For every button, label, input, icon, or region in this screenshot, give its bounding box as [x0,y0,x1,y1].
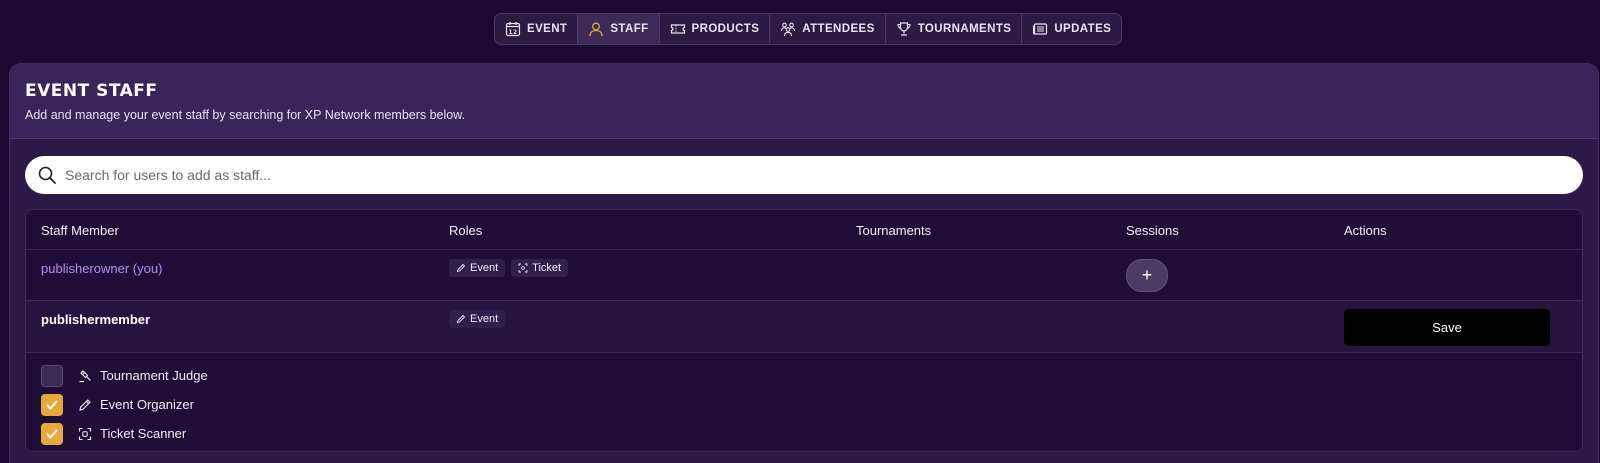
table-row: publisherowner (you) Event Ticket + [26,250,1582,301]
event-staff-panel: EVENT STAFF Add and manage your event st… [9,63,1599,463]
pencil-icon [456,314,466,324]
role-chips: Event Ticket [449,259,569,277]
tab-attendees[interactable]: ATTENDEES [770,14,886,44]
scan-icon [518,263,528,273]
tournament-judge-checkbox[interactable] [41,364,63,387]
role-editor: Tournament Judge Event Organizer Ticket … [26,353,1582,448]
page-title: EVENT STAFF [25,81,158,101]
role-option-tournament-judge[interactable]: Tournament Judge [41,361,1582,390]
role-chip-label: Event [470,313,499,325]
tab-event-label: EVENT [527,23,568,35]
role-option-label: Ticket Scanner [100,426,187,441]
event-organizer-checkbox[interactable] [41,393,63,416]
role-chip-event: Event [449,259,506,277]
role-chip-label: Event [470,262,499,274]
page-subtitle: Add and manage your event staff by searc… [25,108,466,122]
tab-event[interactable]: 12 EVENT [495,14,579,44]
role-option-label: Event Organizer [100,397,194,412]
tab-tournaments[interactable]: TOURNAMENTS [886,14,1023,44]
save-button[interactable]: Save [1344,309,1550,346]
checkmark-icon [46,400,58,409]
group-icon [781,22,796,37]
role-chip-event: Event [449,310,506,328]
calendar-icon: 12 [505,22,521,37]
column-roles: Roles [449,223,483,238]
tab-attendees-label: ATTENDEES [802,23,875,35]
calendar-day: 12 [508,29,517,36]
scan-icon [78,427,92,440]
section-tabs: 12 EVENT STAFF PRODUCTS ATTENDEES TOURNA… [494,13,1123,45]
role-chip-ticket: Ticket [511,259,569,277]
column-tournaments: Tournaments [856,223,932,238]
tab-staff[interactable]: STAFF [578,14,660,44]
newspaper-icon [1033,23,1048,35]
tab-updates-label: UPDATES [1054,23,1112,35]
tab-products-label: PRODUCTS [691,23,760,35]
role-chip-label: Ticket [532,262,562,274]
ticket-icon [670,24,685,34]
checkmark-icon [46,429,58,438]
pencil-icon [79,398,91,411]
table-header: Staff Member Roles Tournaments Sessions … [26,210,1582,250]
plus-icon: + [1141,265,1153,285]
staff-member-name[interactable]: publisherowner (you) [41,261,162,276]
role-option-event-organizer[interactable]: Event Organizer [41,390,1582,419]
role-chips: Event [449,310,506,328]
pencil-icon [456,263,466,273]
search-bar[interactable] [25,156,1583,194]
staff-table: Staff Member Roles Tournaments Sessions … [25,209,1583,452]
panel-header: EVENT STAFF Add and manage your event st… [10,64,1598,139]
column-actions: Actions [1344,223,1387,238]
role-option-label: Tournament Judge [100,368,208,383]
role-option-ticket-scanner[interactable]: Ticket Scanner [41,419,1582,448]
trophy-icon [897,22,911,36]
tab-updates[interactable]: UPDATES [1022,14,1121,44]
tab-staff-label: STAFF [610,23,649,35]
staff-member-name: publishermember [41,312,151,327]
search-input[interactable] [65,167,1545,183]
add-session-button[interactable]: + [1126,259,1168,292]
tab-products[interactable]: PRODUCTS [660,14,771,44]
ticket-scanner-checkbox[interactable] [41,422,63,445]
gavel-icon [79,369,91,382]
table-row: publishermember Event Save [26,301,1582,353]
tab-tournaments-label: TOURNAMENTS [917,23,1012,35]
column-sessions: Sessions [1126,223,1179,238]
user-icon [589,22,603,37]
column-staff-member: Staff Member [41,223,119,238]
search-icon [38,166,56,184]
